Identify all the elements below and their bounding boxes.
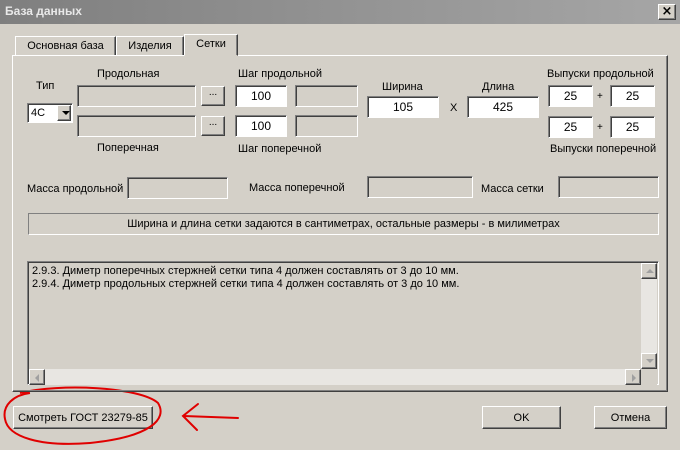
- tab-products[interactable]: Изделия: [116, 36, 184, 56]
- red-annotation: [3, 386, 239, 445]
- ok-button[interactable]: OK: [482, 406, 561, 429]
- tab-meshes[interactable]: Сетки: [184, 34, 238, 56]
- tab-label: Сетки: [196, 38, 226, 50]
- tab-joint: [185, 55, 237, 57]
- ok-label: OK: [513, 412, 530, 424]
- window-title: База данных: [5, 4, 82, 18]
- tab-main-base[interactable]: Основная база: [15, 36, 116, 56]
- tab-panel: [12, 55, 668, 392]
- cancel-label: Отмена: [610, 412, 651, 424]
- tab-label: Основная база: [27, 40, 104, 52]
- close-icon: ×: [661, 4, 673, 19]
- title-bar: База данных ×: [0, 0, 680, 24]
- tab-label: Изделия: [128, 40, 172, 52]
- annotation-circle: [3, 386, 162, 445]
- cancel-button[interactable]: Отмена: [594, 406, 667, 429]
- arrow-icon: [181, 403, 239, 431]
- close-button[interactable]: ×: [658, 4, 676, 20]
